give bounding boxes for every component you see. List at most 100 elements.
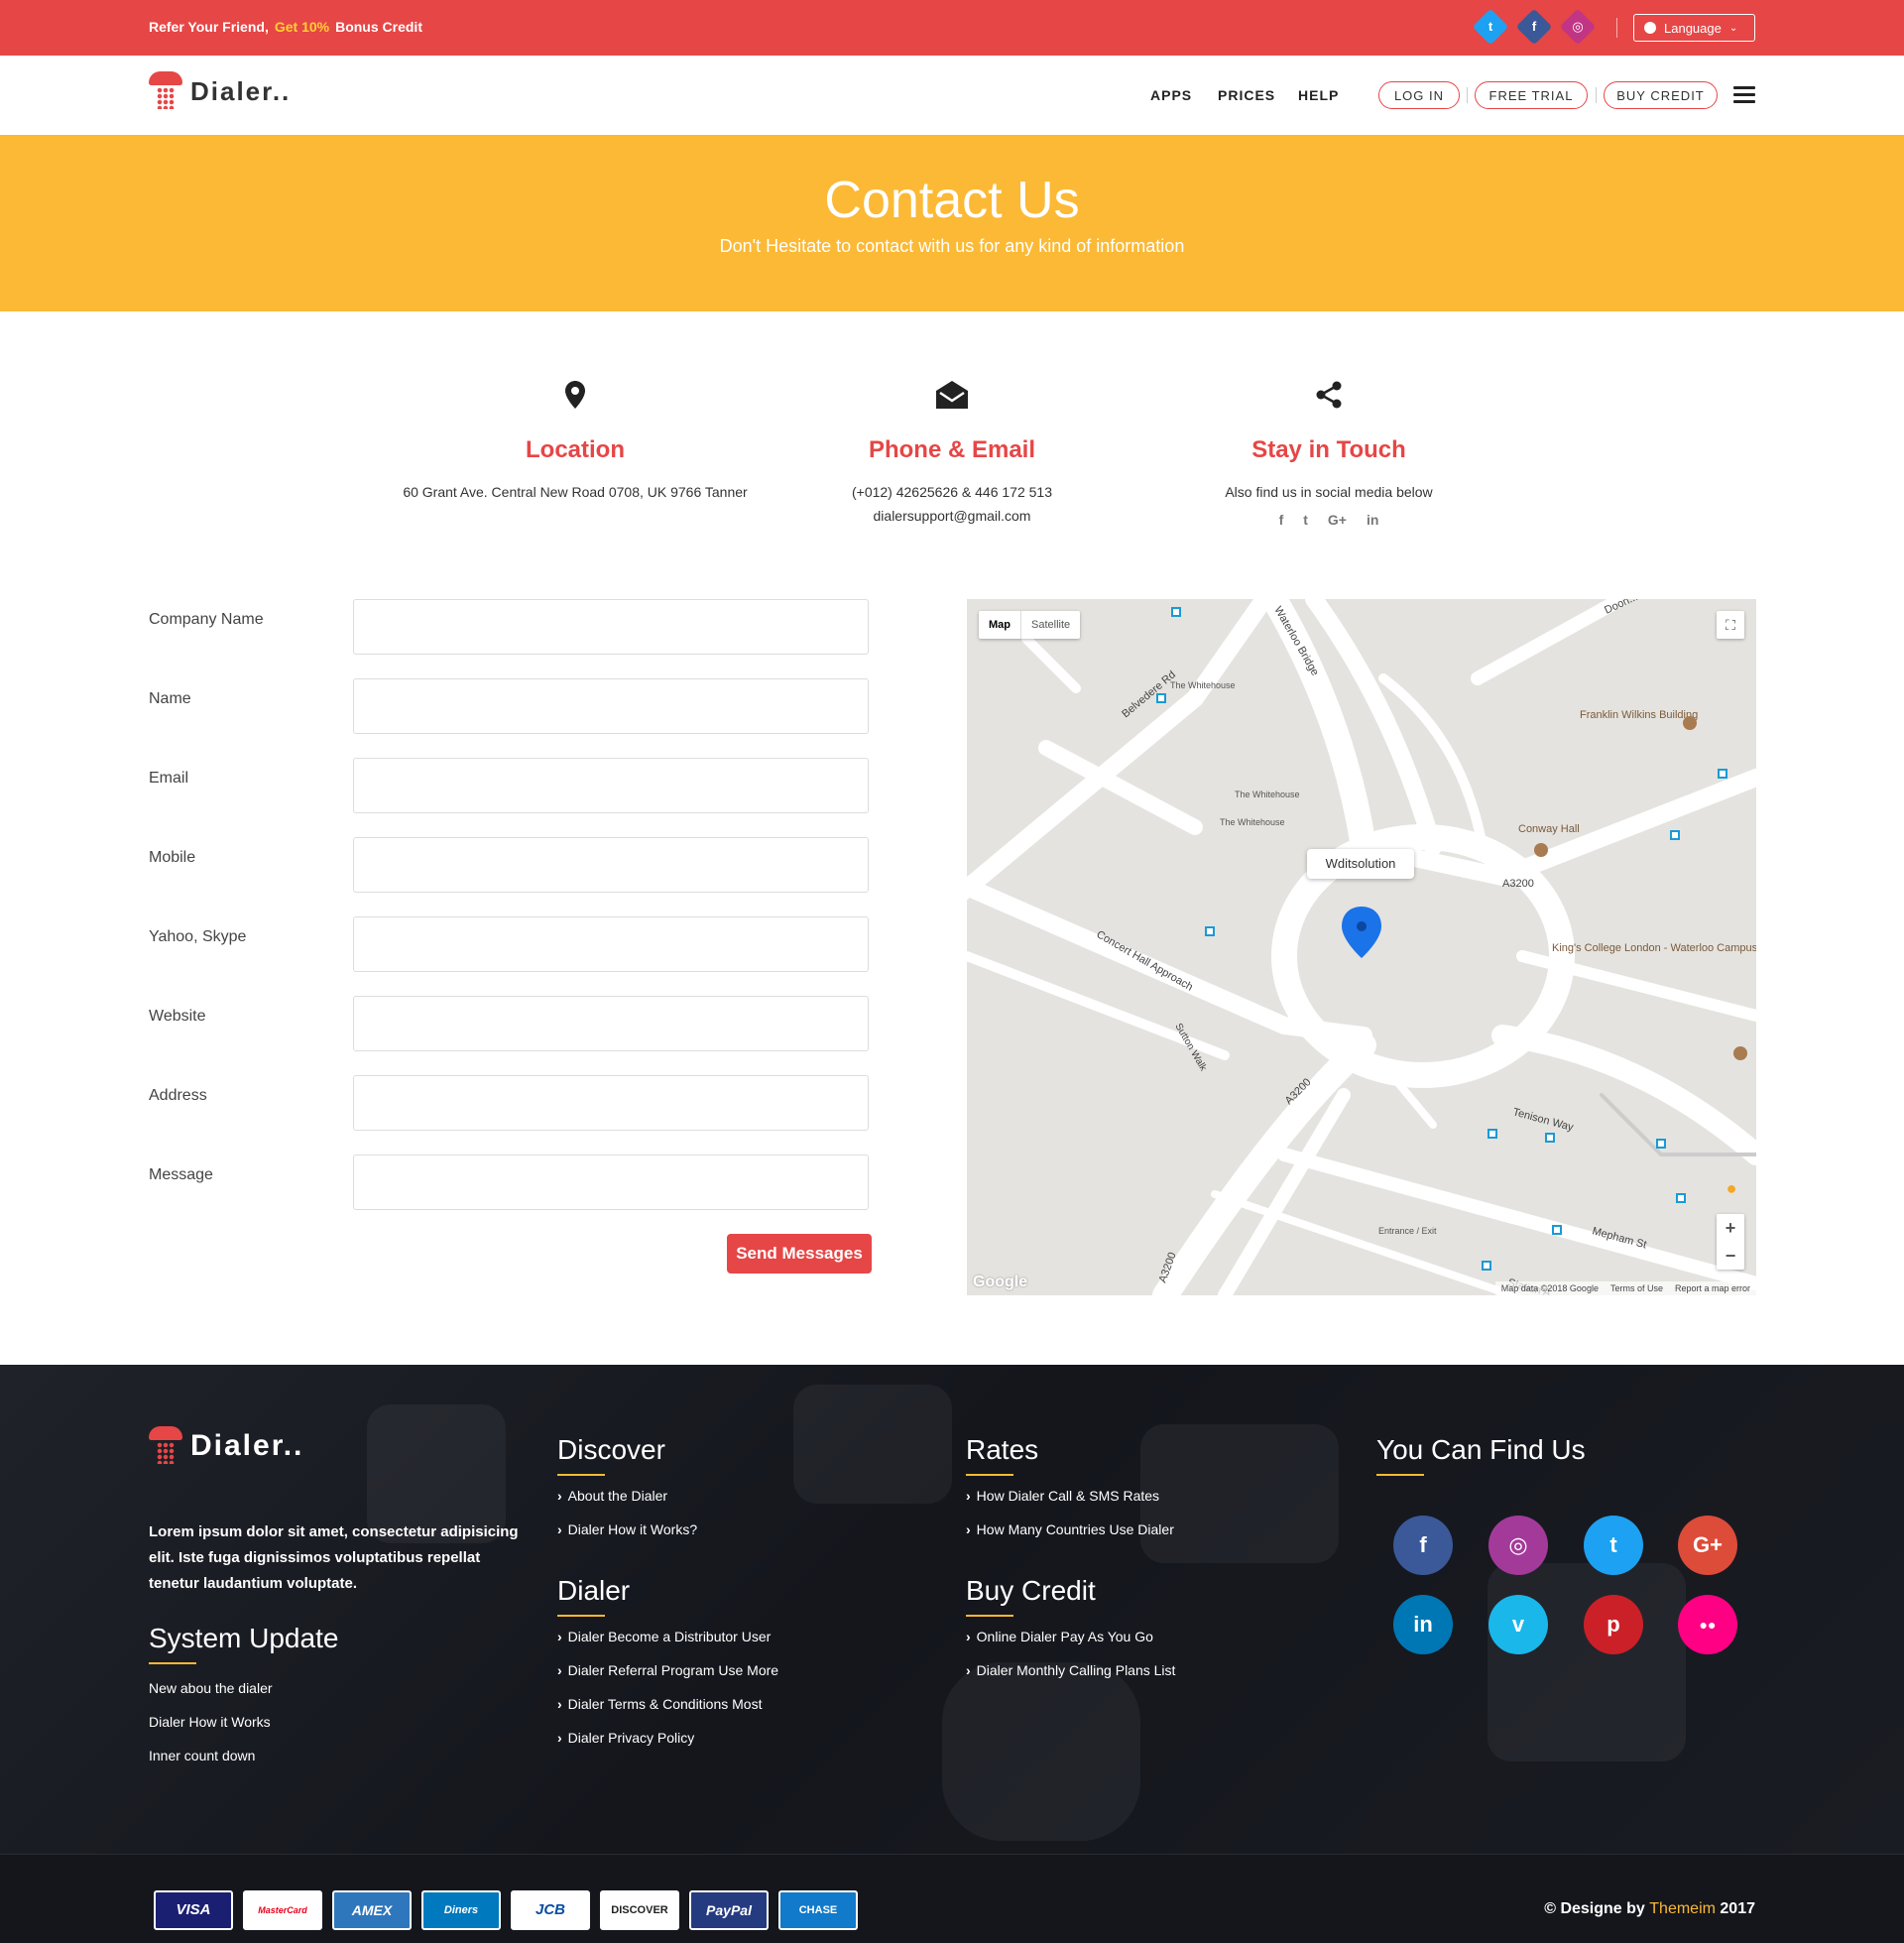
- dialer-link[interactable]: › Dialer Become a Distributor User: [557, 1629, 771, 1644]
- logo-text: Dialer..: [190, 75, 292, 106]
- referral-suffix: Bonus Credit: [335, 19, 422, 35]
- system-update-link[interactable]: Dialer How it Works: [149, 1714, 271, 1730]
- logo[interactable]: Dialer..: [149, 71, 291, 111]
- location-address: 60 Grant Ave. Central New Road 0708, UK …: [403, 484, 748, 500]
- map-type-map[interactable]: Map: [979, 611, 1020, 639]
- facebook-icon[interactable]: f: [1393, 1516, 1453, 1575]
- email-field[interactable]: [353, 758, 869, 813]
- dialer-link[interactable]: › Dialer Privacy Policy: [557, 1730, 694, 1746]
- place-label: Entrance / Exit: [1378, 1226, 1437, 1236]
- google-plus-icon[interactable]: G+: [1678, 1516, 1737, 1575]
- discover-link[interactable]: › Dialer How it Works?: [557, 1521, 697, 1537]
- buy-credit-link[interactable]: › Dialer Monthly Calling Plans List: [966, 1662, 1175, 1678]
- place-label: Franklin Wilkins Building: [1580, 709, 1698, 721]
- address-field[interactable]: [353, 1075, 869, 1131]
- share-icon: [1121, 377, 1537, 413]
- company-name-label: Company Name: [149, 611, 264, 628]
- terms-link[interactable]: Terms of Use: [1610, 1283, 1663, 1293]
- free-trial-button[interactable]: FREE TRIAL: [1475, 81, 1588, 109]
- map-pin-icon: [367, 377, 783, 413]
- envelope-open-icon: [744, 377, 1160, 413]
- nav-prices[interactable]: PRICES: [1218, 87, 1275, 103]
- nav-apps[interactable]: APPS: [1150, 87, 1192, 103]
- dialer-link[interactable]: › Dialer Terms & Conditions Most: [557, 1696, 762, 1712]
- map-marker-label: Wditsolution: [1307, 849, 1414, 879]
- rates-link[interactable]: › How Dialer Call & SMS Rates: [966, 1488, 1159, 1504]
- chevron-down-icon: ⌄: [1728, 22, 1738, 34]
- zoom-out-button[interactable]: −: [1717, 1242, 1744, 1270]
- yahoo-skype-label: Yahoo, Skype: [149, 928, 247, 945]
- instagram-icon[interactable]: ◎: [1488, 1516, 1548, 1575]
- yahoo-skype-field[interactable]: [353, 916, 869, 972]
- footer-logo-text: Dialer..: [190, 1429, 304, 1462]
- zoom-in-button[interactable]: +: [1717, 1214, 1744, 1242]
- send-messages-button[interactable]: Send Messages: [727, 1234, 872, 1274]
- road-label: A3200: [1502, 878, 1534, 890]
- stay-in-touch-text: Also find us in social media below: [1225, 484, 1433, 500]
- map-data-text: Map data ©2018 Google: [1500, 1283, 1599, 1293]
- place-label: The Whitehouse: [1235, 789, 1300, 799]
- map-type-satellite[interactable]: Satellite: [1020, 611, 1080, 639]
- address-label: Address: [149, 1087, 207, 1104]
- website-field[interactable]: [353, 996, 869, 1051]
- discover-link[interactable]: › About the Dialer: [557, 1488, 667, 1504]
- find-us-title: You Can Find Us: [1376, 1434, 1586, 1476]
- footer: Dialer.. Lorem ipsum dolor sit amet, con…: [0, 1365, 1904, 1854]
- twitter-icon[interactable]: t: [1303, 512, 1308, 528]
- diners-card-icon: Diners: [421, 1890, 501, 1930]
- report-error-link[interactable]: Report a map error: [1675, 1283, 1750, 1293]
- vimeo-icon[interactable]: v: [1488, 1595, 1548, 1654]
- discover-card-icon: DISCOVER: [600, 1890, 679, 1930]
- message-field[interactable]: [353, 1154, 869, 1210]
- page-subtitle: Don't Hesitate to contact with us for an…: [719, 236, 1185, 256]
- email-label: Email: [149, 770, 189, 787]
- dialer-link[interactable]: › Dialer Referral Program Use More: [557, 1662, 778, 1678]
- globe-icon: [1644, 22, 1656, 34]
- rates-link[interactable]: › How Many Countries Use Dialer: [966, 1521, 1174, 1537]
- linkedin-icon[interactable]: in: [1393, 1595, 1453, 1654]
- amex-card-icon: AMEX: [332, 1890, 412, 1930]
- map-roads: Belvedere Rd Waterloo Bridge Concert Hal…: [967, 599, 1756, 1295]
- footer-logo[interactable]: Dialer..: [149, 1426, 303, 1466]
- system-update-link[interactable]: New abou the dialer: [149, 1680, 273, 1696]
- nav-help[interactable]: HELP: [1298, 87, 1339, 103]
- copyright-brand-link[interactable]: Themeim: [1649, 1900, 1716, 1917]
- copyright-text: © Designe by: [1544, 1900, 1645, 1917]
- name-field[interactable]: [353, 678, 869, 734]
- place-label: Conway Hall: [1518, 823, 1580, 835]
- google-plus-icon[interactable]: G+: [1328, 512, 1347, 528]
- page-title: Contact Us: [824, 172, 1080, 229]
- buy-credit-link[interactable]: › Online Dialer Pay As You Go: [966, 1629, 1153, 1644]
- main-nav: Dialer.. APPS PRICES HELP LOG IN FREE TR…: [0, 56, 1904, 135]
- login-button[interactable]: LOG IN: [1378, 81, 1460, 109]
- instagram-icon[interactable]: ◎: [1559, 8, 1597, 46]
- jcb-card-icon: JCB: [511, 1890, 590, 1930]
- rates-title: Rates: [966, 1434, 1038, 1476]
- referral-banner[interactable]: Refer Your Friend, Get 10% Bonus Credit: [149, 19, 422, 35]
- pegman-icon[interactable]: ●: [1721, 1178, 1742, 1206]
- twitter-icon[interactable]: t: [1584, 1516, 1643, 1575]
- mobile-field[interactable]: [353, 837, 869, 893]
- google-map[interactable]: Belvedere Rd Waterloo Bridge Concert Hal…: [967, 599, 1756, 1295]
- fullscreen-icon[interactable]: ⛶: [1717, 611, 1744, 639]
- road-label: Concert Hall Approach: [1095, 928, 1195, 993]
- facebook-icon[interactable]: f: [1279, 512, 1284, 528]
- email-address[interactable]: dialersupport@gmail.com: [874, 508, 1031, 524]
- pinterest-icon[interactable]: p: [1584, 1595, 1643, 1654]
- discover-title: Discover: [557, 1434, 665, 1476]
- footer-description: Lorem ipsum dolor sit amet, consectetur …: [149, 1523, 519, 1592]
- paypal-icon: PayPal: [689, 1890, 769, 1930]
- twitter-icon[interactable]: t: [1472, 8, 1509, 46]
- system-update-link[interactable]: Inner count down: [149, 1748, 255, 1763]
- language-select[interactable]: Language ⌄: [1633, 14, 1755, 42]
- referral-text: Refer Your Friend,: [149, 19, 269, 35]
- menu-icon[interactable]: [1733, 86, 1755, 104]
- buy-credit-button[interactable]: BUY CREDIT: [1604, 81, 1718, 109]
- top-bar: Refer Your Friend, Get 10% Bonus Credit t …: [0, 0, 1904, 56]
- flickr-icon[interactable]: ●●: [1678, 1595, 1737, 1654]
- facebook-icon[interactable]: f: [1515, 8, 1553, 46]
- background-shape: [793, 1385, 952, 1504]
- language-label: Language: [1664, 20, 1722, 36]
- company-name-field[interactable]: [353, 599, 869, 655]
- linkedin-icon[interactable]: in: [1367, 512, 1378, 528]
